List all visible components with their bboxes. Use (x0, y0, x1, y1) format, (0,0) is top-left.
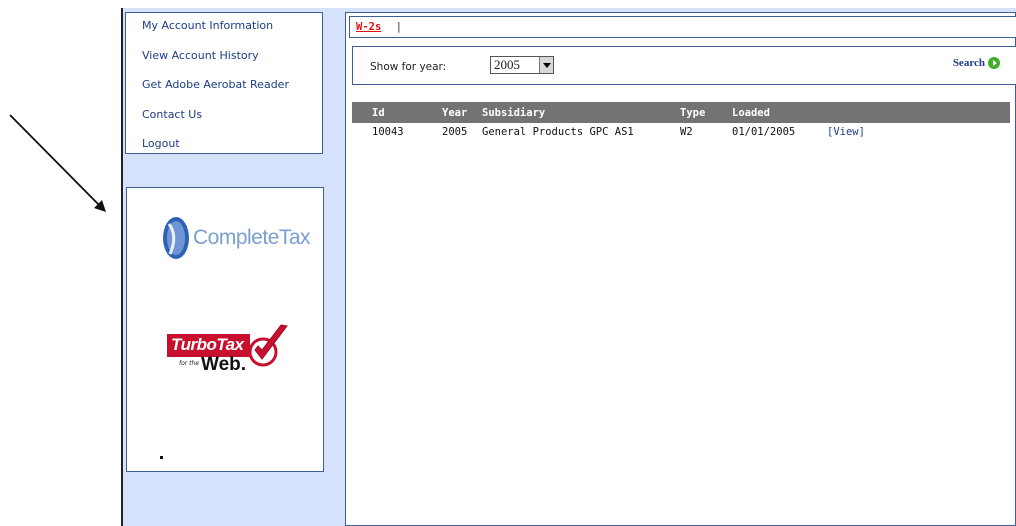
w2-table: Id Year Subsidiary Type Loaded 10043 200… (352, 102, 1010, 141)
turbotax-for-label: for the (179, 360, 200, 367)
nav-link-logout[interactable]: Logout (142, 137, 180, 150)
nav-link-acrobat-reader[interactable]: Get Adobe Aerobat Reader (142, 78, 289, 91)
column-header-subsidiary[interactable]: Subsidiary (482, 102, 680, 123)
year-select[interactable]: 2005 (490, 56, 554, 74)
decorative-dot (160, 456, 163, 459)
view-link[interactable]: [View] (827, 126, 865, 138)
nav-item-acrobat-reader[interactable]: Get Adobe Aerobat Reader (142, 77, 322, 107)
cell-loaded: 01/01/2005 (732, 126, 796, 138)
search-button-label: Search (952, 57, 985, 69)
tab-separator: | (397, 20, 401, 33)
cell-type: W2 (680, 126, 693, 138)
year-select-value: 2005 (494, 57, 520, 72)
chevron-down-icon[interactable] (539, 57, 553, 73)
search-button[interactable]: Search (953, 57, 1000, 69)
filter-bar: Show for year: 2005 Search (352, 46, 1016, 85)
nav-item-logout[interactable]: Logout (142, 136, 322, 166)
turbotax-logo[interactable]: TurboTax for the Web. (167, 322, 297, 382)
completetax-wordmark: CompleteTax (193, 226, 311, 249)
cell-action: [View] (827, 123, 1010, 141)
nav-link-account-information[interactable]: My Account Information (142, 19, 273, 32)
show-for-year-label: Show for year: (370, 61, 447, 73)
table-header-row: Id Year Subsidiary Type Loaded (352, 102, 1010, 123)
column-header-action (827, 102, 1010, 123)
tab-bar: W-2s | (349, 16, 1016, 38)
cell-subsidiary: General Products GPC AS1 (482, 126, 634, 138)
column-header-year[interactable]: Year (442, 102, 482, 123)
nav-item-account-history[interactable]: View Account History (142, 48, 322, 78)
nav-link-contact-us[interactable]: Contact Us (142, 108, 202, 121)
arrow-icon (9, 114, 106, 212)
tab-w2s[interactable]: W-2s (356, 21, 381, 33)
nav-link-account-history[interactable]: View Account History (142, 49, 259, 62)
column-header-id[interactable]: Id (352, 102, 442, 123)
cell-id: 10043 (372, 126, 404, 138)
main-panel (345, 12, 1016, 526)
account-nav: My Account Information View Account Hist… (125, 12, 323, 154)
turbotax-web-label: Web. (201, 354, 247, 375)
completetax-emblem-icon (163, 217, 189, 259)
nav-item-contact-us[interactable]: Contact Us (142, 107, 322, 137)
column-header-loaded[interactable]: Loaded (732, 102, 827, 123)
checkmark-icon (248, 324, 288, 367)
play-circle-icon (988, 57, 1000, 69)
table-row: 10043 2005 General Products GPC AS1 W2 0… (352, 123, 1010, 141)
sponsor-panel: CompleteTax TurboTax for the Web. (126, 187, 324, 472)
nav-item-account-information[interactable]: My Account Information (142, 18, 322, 48)
column-header-type[interactable]: Type (680, 102, 732, 123)
completetax-logo[interactable]: CompleteTax (161, 208, 311, 268)
cell-year: 2005 (442, 126, 468, 138)
